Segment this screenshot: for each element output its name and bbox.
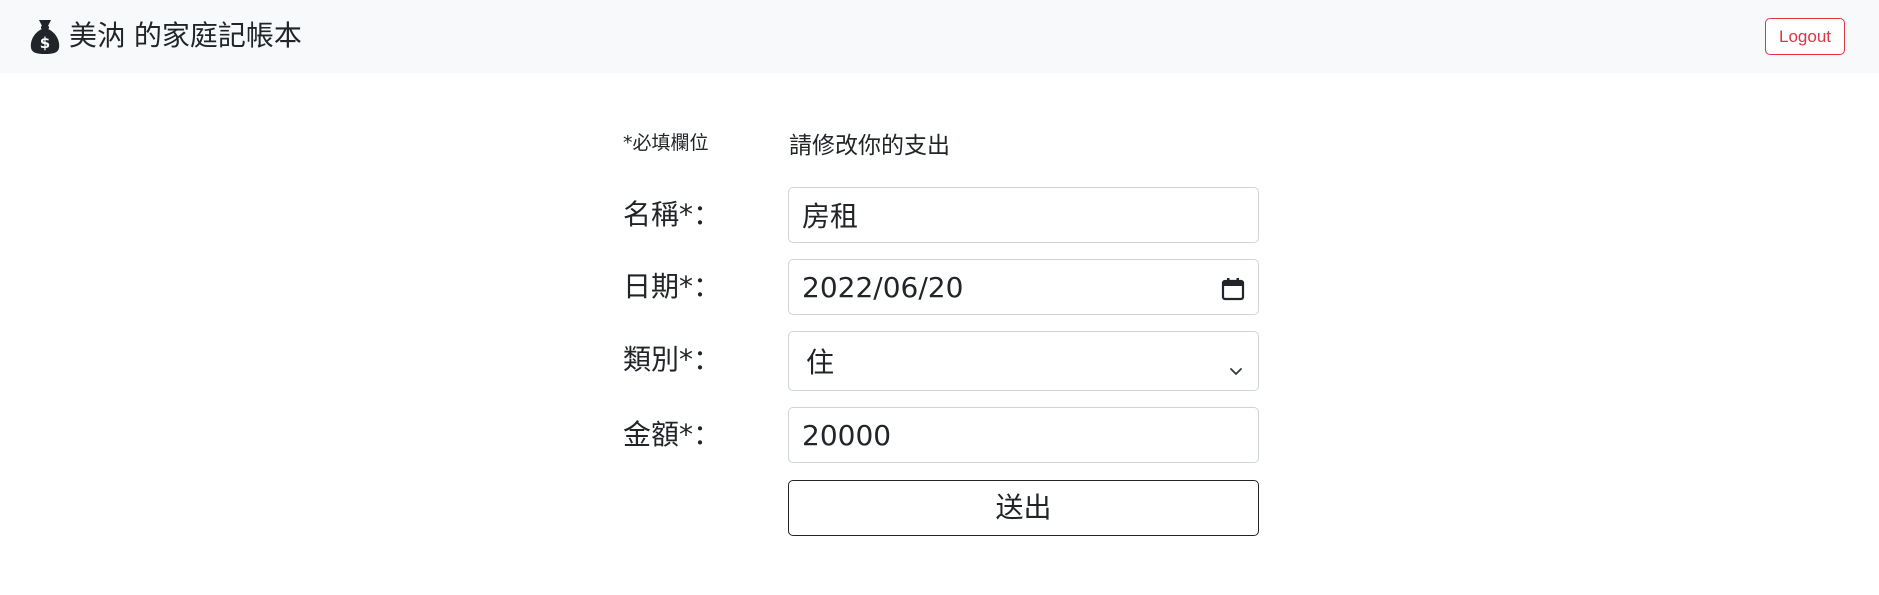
- calendar-icon[interactable]: [1221, 275, 1245, 301]
- chevron-down-icon: [1228, 353, 1244, 375]
- brand-title: 美汭 的家庭記帳本: [69, 19, 302, 52]
- date-value: 2022/06/20: [802, 270, 964, 304]
- name-input[interactable]: [788, 187, 1259, 243]
- amount-input[interactable]: [788, 407, 1259, 463]
- category-selected-value: 住: [806, 346, 835, 379]
- submit-button[interactable]: 送出: [788, 480, 1259, 536]
- brand-link[interactable]: $ 美汭 的家庭記帳本: [28, 16, 302, 56]
- required-fields-note: *必填欄位: [623, 132, 709, 154]
- svg-text:$: $: [40, 34, 50, 52]
- money-bag-icon: $: [28, 17, 62, 55]
- amount-label: 金額*：: [623, 418, 722, 451]
- category-select[interactable]: 住: [788, 331, 1259, 391]
- logout-button[interactable]: Logout: [1765, 18, 1845, 55]
- form-heading: 請修改你的支出: [789, 133, 950, 159]
- name-label: 名稱*：: [623, 198, 722, 231]
- date-input[interactable]: 2022/06/20: [788, 259, 1259, 315]
- date-label: 日期*：: [623, 270, 722, 303]
- navbar: $ 美汭 的家庭記帳本 Logout: [0, 0, 1879, 73]
- category-label: 類別*：: [623, 343, 722, 376]
